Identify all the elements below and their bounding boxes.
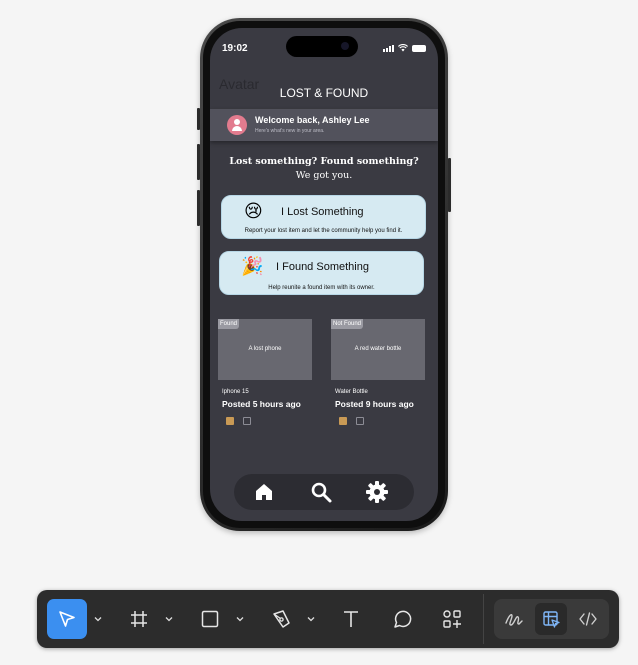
bottom-nav bbox=[234, 474, 414, 510]
box-icon[interactable] bbox=[226, 417, 234, 425]
battery-icon bbox=[412, 44, 426, 52]
chevron-down-icon[interactable] bbox=[236, 616, 244, 622]
shape-tool[interactable] bbox=[190, 599, 230, 639]
app-title: LOST & FOUND bbox=[279, 86, 369, 100]
wifi-icon bbox=[398, 44, 408, 52]
headline-subtext: We got you. bbox=[295, 170, 353, 181]
phone-side-button bbox=[197, 108, 200, 130]
dev-mode[interactable] bbox=[572, 603, 604, 635]
status-icons bbox=[383, 44, 426, 52]
sad-face-icon: 😢 bbox=[244, 201, 263, 221]
welcome-banner: Welcome back, Ashley Lee Here's what's n… bbox=[210, 109, 438, 141]
phone-mockup: 19:02 Avatar LOST & FOUND Welcome back, … bbox=[197, 18, 451, 531]
post-name: Iphone 15 bbox=[222, 389, 249, 395]
found-something-description: Help reunite a found item with its owner… bbox=[268, 285, 375, 291]
lost-something-button[interactable]: 😢 I Lost Something Report your lost item… bbox=[221, 195, 426, 239]
toolbar-divider bbox=[483, 594, 484, 644]
trash-icon[interactable] bbox=[356, 417, 364, 425]
comment-tool[interactable] bbox=[382, 599, 422, 639]
status-bar: 19:02 bbox=[210, 28, 438, 64]
mode-switcher bbox=[494, 599, 609, 639]
welcome-title: Welcome back, Ashley Lee bbox=[255, 115, 370, 125]
box-icon[interactable] bbox=[339, 417, 347, 425]
design-toolbar bbox=[37, 590, 619, 648]
draw-mode[interactable] bbox=[498, 603, 530, 635]
status-badge: Found bbox=[218, 319, 240, 329]
frame-tool[interactable] bbox=[119, 599, 159, 639]
lost-something-description: Report your lost item and let the commun… bbox=[244, 228, 403, 234]
lost-something-label: I Lost Something bbox=[281, 206, 364, 218]
post-time: Posted 5 hours ago bbox=[222, 399, 301, 409]
phone-volume-down bbox=[197, 190, 200, 226]
post-image-alt: A red water bottle bbox=[354, 346, 402, 352]
actions-tool[interactable] bbox=[432, 599, 472, 639]
trash-icon[interactable] bbox=[243, 417, 251, 425]
home-icon[interactable] bbox=[252, 480, 276, 504]
status-time: 19:02 bbox=[222, 43, 248, 54]
headline: Lost something? Found something? bbox=[229, 156, 419, 167]
chevron-down-icon[interactable] bbox=[165, 616, 173, 622]
chevron-down-icon[interactable] bbox=[307, 616, 315, 622]
move-tool[interactable] bbox=[47, 599, 87, 639]
dynamic-island bbox=[286, 36, 358, 57]
avatar[interactable] bbox=[227, 115, 247, 135]
search-icon[interactable] bbox=[309, 480, 333, 504]
phone-screen: 19:02 Avatar LOST & FOUND Welcome back, … bbox=[210, 28, 438, 521]
settings-icon[interactable] bbox=[365, 480, 389, 504]
post-time: Posted 9 hours ago bbox=[335, 399, 414, 409]
signal-icon bbox=[383, 44, 394, 52]
phone-volume-up bbox=[197, 144, 200, 180]
text-tool[interactable] bbox=[331, 599, 371, 639]
phone-power-button bbox=[448, 158, 451, 212]
pen-tool[interactable] bbox=[261, 599, 301, 639]
party-popper-icon: 🎉 bbox=[241, 256, 264, 276]
design-mode[interactable] bbox=[535, 603, 567, 635]
chevron-down-icon[interactable] bbox=[94, 616, 102, 622]
found-something-label: I Found Something bbox=[276, 261, 369, 273]
welcome-subtitle: Here's what's new in your area. bbox=[255, 128, 325, 134]
camera-icon bbox=[341, 42, 349, 50]
found-something-button[interactable]: 🎉 I Found Something Help reunite a found… bbox=[219, 251, 424, 295]
post-image-alt: A lost phone bbox=[248, 346, 282, 352]
post-name: Water Bottle bbox=[335, 389, 368, 395]
status-badge: Not Found bbox=[331, 319, 364, 329]
